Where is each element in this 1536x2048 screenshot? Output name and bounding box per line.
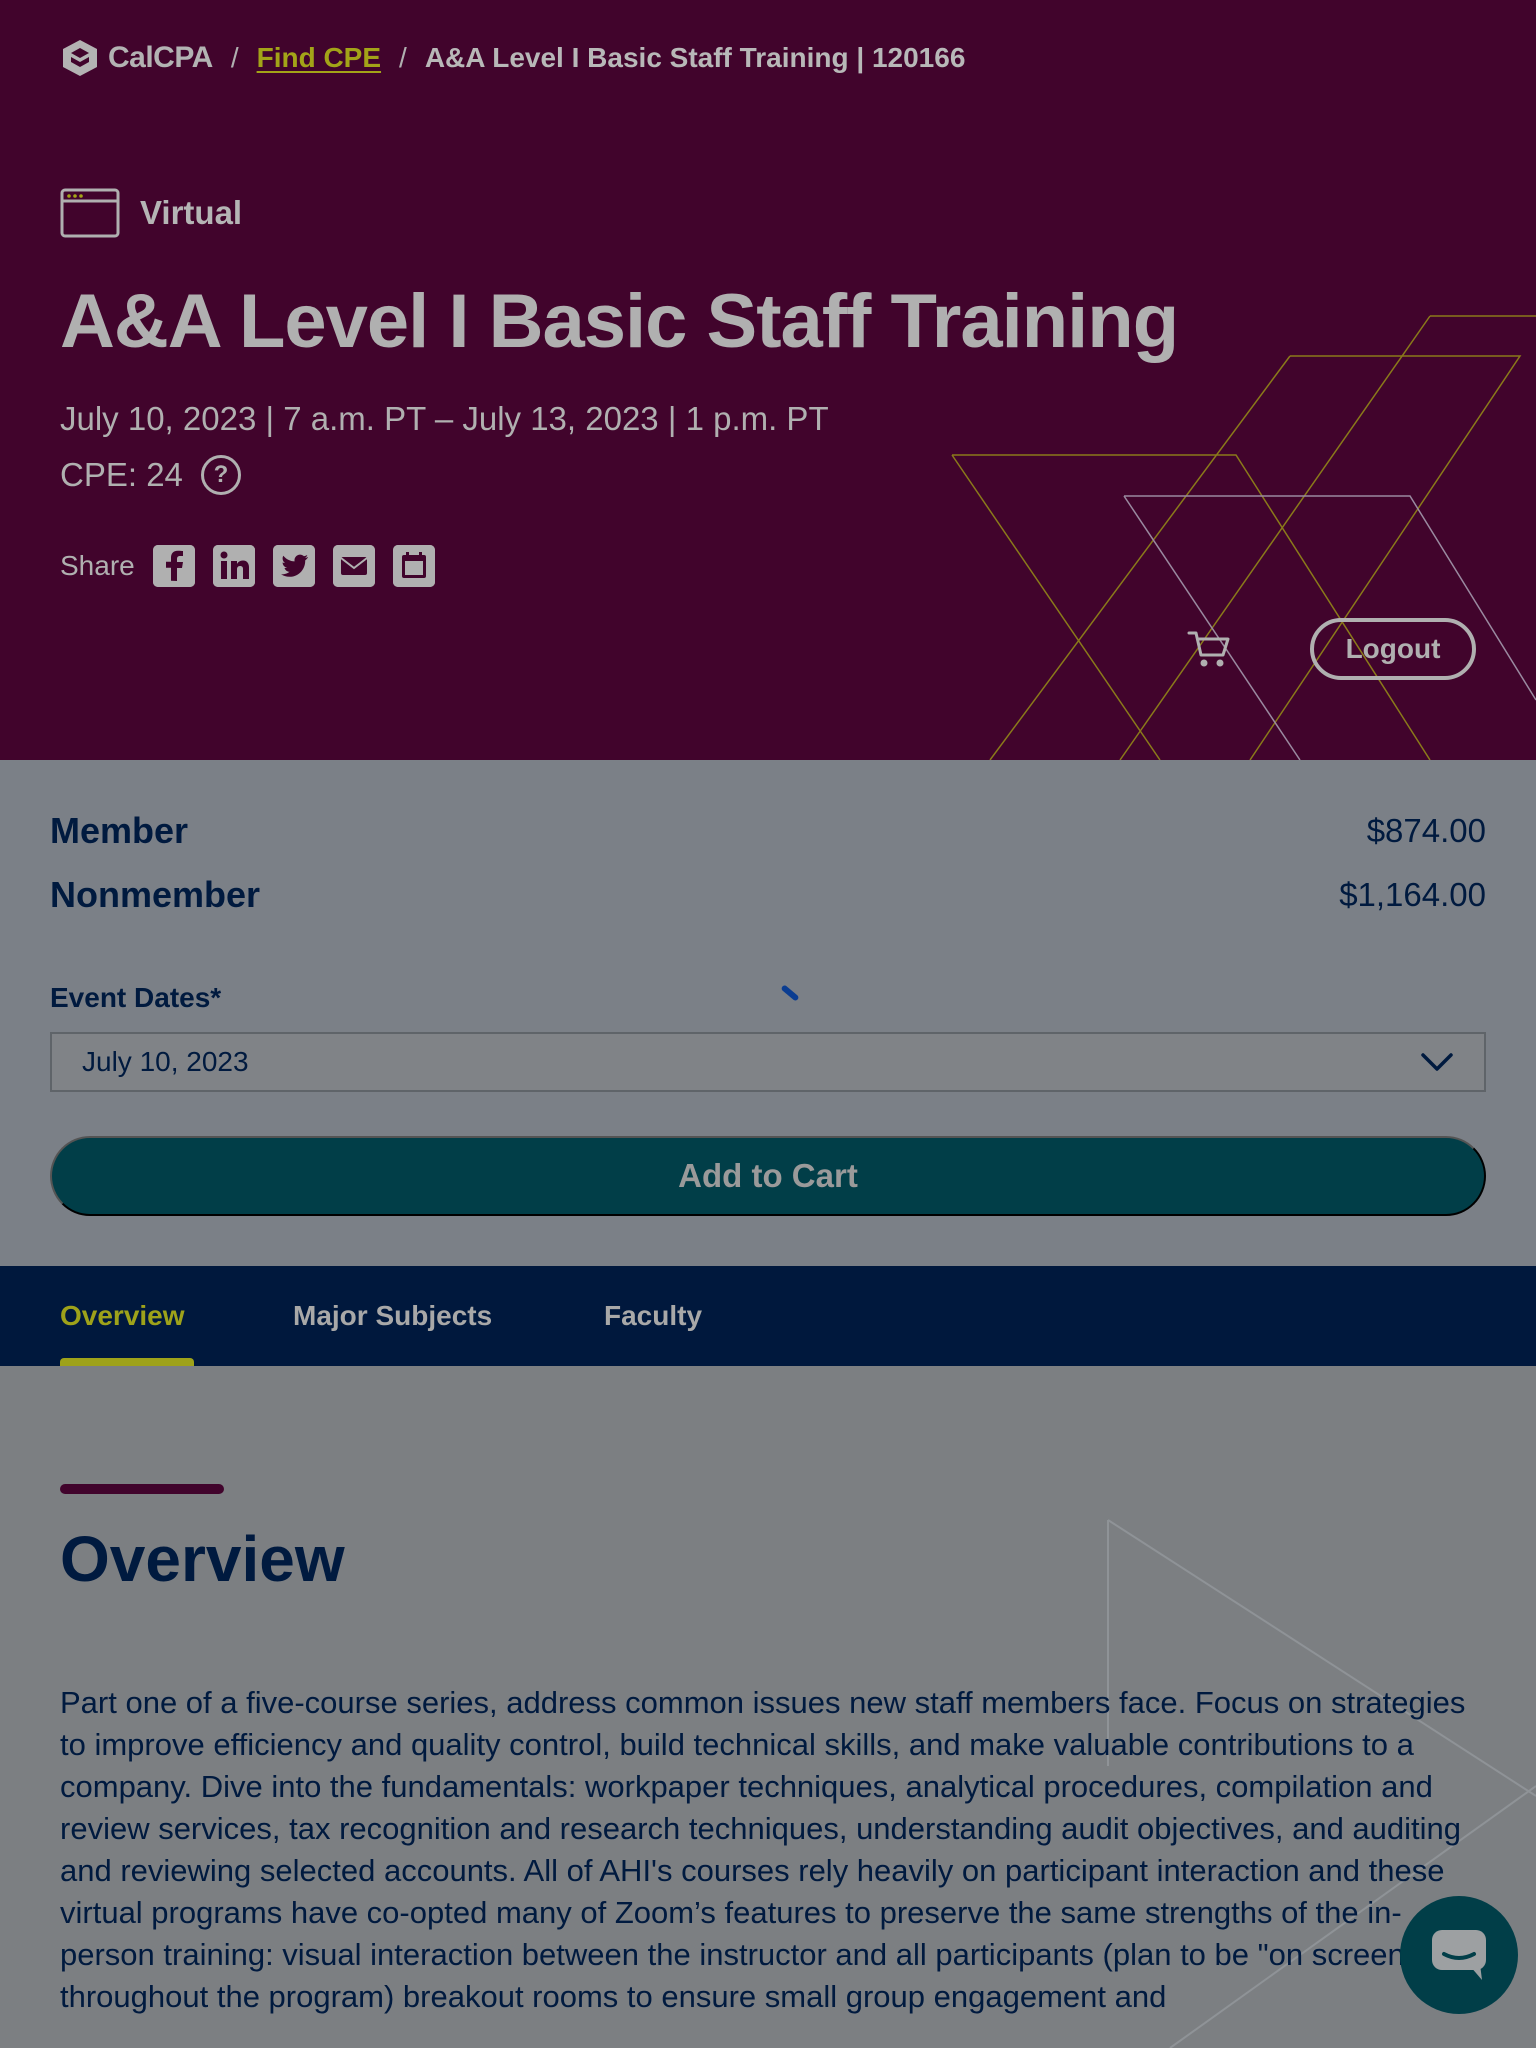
- member-price-row: Member $874.00: [50, 810, 1486, 852]
- nonmember-label: Nonmember: [50, 874, 261, 915]
- chat-icon[interactable]: [1400, 1896, 1518, 2014]
- selected-date: July 10, 2023: [82, 1046, 249, 1077]
- tab-overview[interactable]: Overview: [60, 1266, 185, 1366]
- decorative-triangles: [951, 315, 1536, 760]
- section-tabs: Overview Major Subjects Faculty: [0, 1266, 1536, 1366]
- active-tab-indicator: [60, 1358, 194, 1366]
- breadcrumb-link-find-cpe[interactable]: Find CPE: [257, 42, 381, 74]
- breadcrumb-current: A&A Level I Basic Staff Training | 12016…: [424, 42, 966, 73]
- logout-button[interactable]: Logout: [1310, 618, 1476, 680]
- breadcrumb: CalCPA / Find CPE / A&A Level I Basic St…: [60, 38, 965, 78]
- overview-body: Part one of a five-course series, addres…: [60, 1685, 1466, 2014]
- calendar-icon[interactable]: [392, 545, 435, 587]
- pricing-panel: Member $874.00 Nonmember $1,164.00 Event…: [0, 760, 1536, 1266]
- browser-window-icon: [60, 188, 120, 238]
- member-label: Member: [50, 810, 189, 851]
- breadcrumb-separator: /: [230, 42, 239, 73]
- share-label: Share: [60, 550, 135, 581]
- event-dates-select[interactable]: July 10, 2023: [50, 1032, 1486, 1092]
- loading-spinner: [780, 984, 800, 1002]
- breadcrumb-separator: /: [399, 42, 407, 73]
- event-hero: CalCPA / Find CPE / A&A Level I Basic St…: [0, 0, 1536, 760]
- event-format: Virtual: [60, 188, 242, 238]
- cart-icon[interactable]: [1186, 625, 1234, 673]
- facebook-icon[interactable]: [152, 545, 195, 587]
- event-dates-label: Event Dates*: [50, 982, 222, 1013]
- linkedin-icon[interactable]: [212, 545, 255, 587]
- twitter-icon[interactable]: [272, 545, 315, 587]
- logo-text: CalCPA: [108, 41, 213, 74]
- email-icon[interactable]: [332, 545, 375, 587]
- tab-major-subjects[interactable]: Major Subjects: [293, 1266, 492, 1366]
- cpe-credits: CPE: 24 ?: [60, 455, 241, 495]
- overview-section: Overview Part one of a five-course serie…: [0, 1366, 1536, 2048]
- section-accent-bar: [60, 1484, 224, 1494]
- page-title: A&A Level I Basic Staff Training: [60, 279, 1179, 364]
- overview-title: Overview: [60, 1523, 345, 1595]
- cpe-value: CPE: 24: [60, 456, 183, 493]
- event-dates: July 10, 2023 | 7 a.m. PT – July 13, 202…: [60, 400, 829, 437]
- format-label: Virtual: [140, 194, 243, 231]
- nonmember-price: $1,164.00: [1339, 876, 1486, 913]
- share-bar: Share: [60, 545, 453, 587]
- add-to-cart-button[interactable]: Add to Cart: [50, 1136, 1486, 1216]
- nonmember-price-row: Nonmember $1,164.00: [50, 874, 1486, 916]
- help-icon[interactable]: ?: [200, 455, 241, 495]
- chevron-down-icon: [1421, 1053, 1453, 1071]
- calcpa-logo[interactable]: CalCPA: [60, 38, 213, 78]
- tab-faculty[interactable]: Faculty: [604, 1266, 702, 1366]
- member-price: $874.00: [1366, 812, 1486, 849]
- calcpa-logo-icon: [63, 40, 97, 76]
